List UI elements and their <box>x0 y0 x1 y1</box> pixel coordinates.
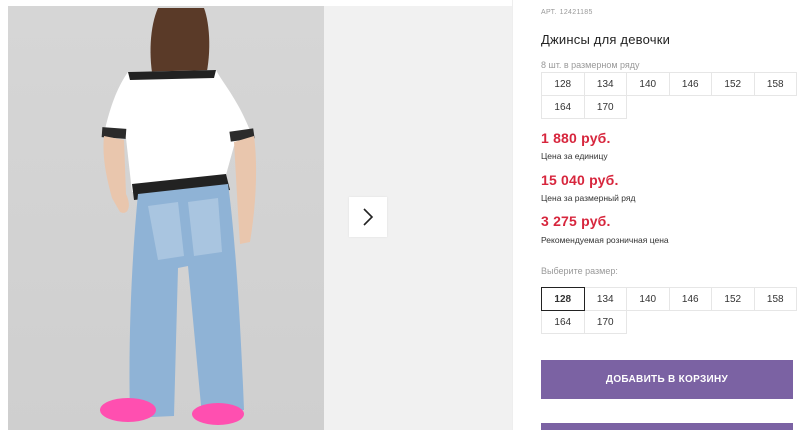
chevron-right-icon <box>363 208 374 226</box>
size-picker-grid: 128 134 140 146 152 158 164 170 <box>541 287 797 334</box>
size-row-cell: 164 <box>541 95 585 119</box>
size-row-cell: 140 <box>626 72 670 96</box>
panel-divider <box>512 0 513 430</box>
product-gallery <box>0 0 520 430</box>
article-number: АРТ. 12421185 <box>541 9 596 16</box>
size-option-selected[interactable]: 128 <box>541 287 585 311</box>
product-title: Джинсы для девочки <box>541 32 671 47</box>
size-row-caption: 8 шт. в размерном ряду <box>541 60 640 70</box>
unit-price-label: Цена за единицу <box>541 151 608 161</box>
size-option[interactable]: 164 <box>541 310 585 334</box>
size-picker-label: Выберите размер: <box>541 266 618 276</box>
size-row-cell: 146 <box>668 72 712 96</box>
size-option[interactable]: 152 <box>711 287 755 311</box>
size-row-grid: 128 134 140 146 152 158 164 170 <box>541 72 797 119</box>
retail-price: 3 275 руб. <box>541 213 611 229</box>
size-row-price: 15 040 руб. <box>541 172 619 188</box>
size-option[interactable]: 158 <box>753 287 797 311</box>
retail-price-label: Рекомендуемая розничная цена <box>541 235 669 245</box>
size-row-cell: 152 <box>711 72 755 96</box>
girl-in-jeans-illustration <box>100 8 257 425</box>
unit-price: 1 880 руб. <box>541 130 611 146</box>
size-row-cell: 170 <box>583 95 627 119</box>
size-option[interactable]: 146 <box>668 287 712 311</box>
product-photo[interactable] <box>8 6 324 430</box>
size-option[interactable]: 140 <box>626 287 670 311</box>
secondary-action-button[interactable] <box>541 423 793 430</box>
size-row-price-label: Цена за размерный ряд <box>541 193 636 203</box>
article-value: 12421185 <box>559 9 593 16</box>
article-label: АРТ. <box>541 9 557 16</box>
size-option[interactable]: 134 <box>583 287 627 311</box>
size-row-cell: 158 <box>753 72 797 96</box>
size-row-cell: 134 <box>583 72 627 96</box>
size-option[interactable]: 170 <box>583 310 627 334</box>
add-to-cart-button[interactable]: ДОБАВИТЬ В КОРЗИНУ <box>541 360 793 399</box>
size-row-cell: 128 <box>541 72 585 96</box>
gallery-next-button[interactable] <box>349 197 387 237</box>
